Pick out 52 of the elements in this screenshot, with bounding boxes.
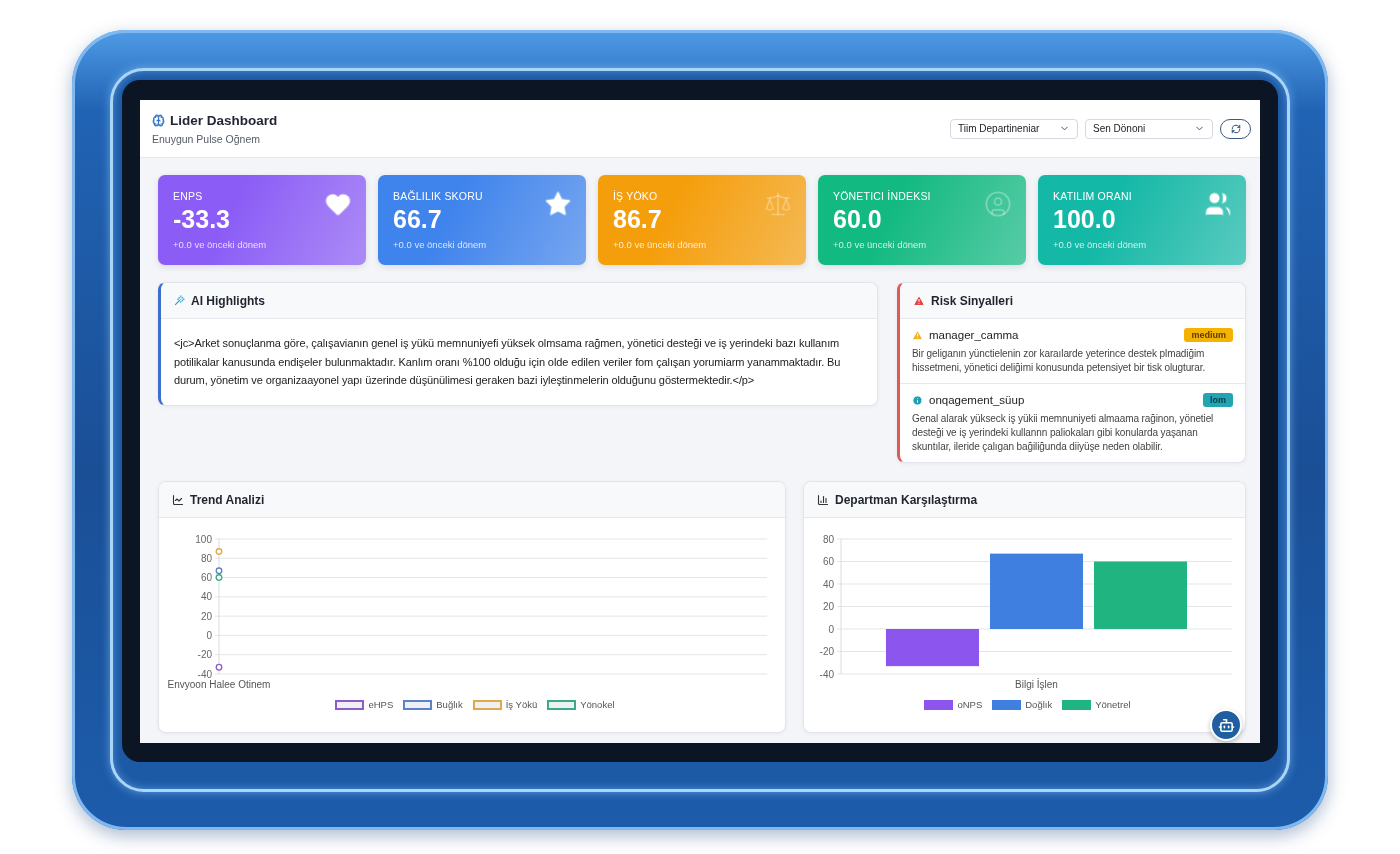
x-axis-label: Envyoon Halee Otinem (167, 679, 271, 690)
kpi-label: KATILIM ORANI (1053, 190, 1133, 203)
legend-label: Buğlık (436, 699, 463, 710)
y-axis-label: 100 (195, 533, 212, 545)
kpi-value: 66.7 (393, 204, 443, 234)
y-axis-label: 60 (822, 556, 834, 567)
kpi-change: +0.0 ve önceki dönem (393, 239, 487, 250)
panel-title: Risk Sinyalleri (931, 293, 1014, 308)
risk-name: manager_camma (929, 329, 1019, 341)
kpi-label: İŞ YÖKO (613, 190, 659, 203)
legend-label: oNPS (957, 699, 983, 710)
y-axis-label: 0 (206, 629, 212, 641)
severity-badge: medium (1184, 328, 1233, 342)
kpi-change: +0.0 ve önceki dönem (173, 239, 267, 250)
y-axis-label: 20 (200, 610, 212, 622)
y-axis-label: 80 (822, 533, 834, 545)
kpi-value: 86.7 (613, 204, 663, 234)
legend-label: İş Yökü (505, 699, 538, 710)
y-axis-label: -20 (197, 649, 212, 661)
y-axis-label: 0 (828, 623, 834, 635)
legend-label: eHPS (368, 699, 394, 710)
risk-name: onqagement_süup (929, 394, 1025, 406)
ai-summary-text: <jc>Arket sonuçlanma göre, çalışavianın genel iş yükü memnuniyefi yüksek olmsama rağmen, yönetici desteği ve iş yerindeki bazı kullanım potilikalar kanusunda endişeler bulunmaktadır. Kanlım oranı %100 olduğu için olde edilen veriler fom çalışan yorumiarm yanammaktadır. Bu durum, yönetim ve organizaayonel yapı üzerinde düşünülimesi geraken bazi iyleştinmelerin olduğunu göstermektedir.</p> (173, 336, 842, 388)
kpi-change: +0.0 ve ünceki dönem (613, 239, 707, 250)
kpi-value: 60.0 (833, 204, 883, 234)
dashboard-title: Lider Dashboard (170, 112, 278, 128)
y-axis-label: 80 (200, 552, 212, 564)
y-axis-label: 40 (200, 591, 212, 603)
risk-description: Bir geliganın yünctielenin zor karaılarde yeterince destek plmadiğim hissetmeni, yönetici deliğimi konusunda petensiyet bir tisk olugturar. (912, 347, 1207, 375)
y-axis-label: -40 (819, 668, 834, 680)
kpi-label: ENPS (173, 190, 204, 203)
kpi-value: -33.3 (173, 204, 231, 234)
y-axis-label: -20 (819, 646, 834, 657)
kpi-value: 100.0 (1053, 204, 1117, 234)
dashboard-subtitle: Enuygun Pulse Oğnem (152, 132, 261, 145)
y-axis-label: -40 (197, 668, 212, 680)
risk-description: Genal alarak yükseck iş yükii memnuniyeti almaama rağinon, yönetiel desteği ve iş yerindeki kullannn paliokaları gibi konularda yaşanan skuntılar, ileride çalıgan bağiliğunda diiyüşe neden olabilir. (912, 412, 1215, 454)
y-axis-label: 60 (200, 572, 212, 584)
x-axis-label: Bilgi İşlen (1015, 679, 1058, 690)
panel-title: Trend Analizi (190, 492, 265, 507)
panel-title: AI Highlights (191, 293, 265, 308)
kpi-change: +0.0 ve önceki dönem (1053, 239, 1147, 250)
panel-title: Departman Karşılaştırma (835, 492, 978, 507)
y-axis-label: 40 (822, 578, 834, 590)
kpi-label: YÖNETICI İNDEKSI (833, 190, 931, 203)
legend-label: Yönokel (580, 699, 615, 710)
kpi-label: BAĞLILIK SKORU (393, 190, 484, 203)
kpi-change: +0.0 ve ünceki dönem (833, 239, 928, 250)
y-axis-label: 20 (822, 601, 834, 612)
legend-label: Doğlık (1025, 699, 1053, 710)
legend-label: Yönetrel (1095, 699, 1131, 710)
severity-badge: lom (1203, 393, 1233, 407)
